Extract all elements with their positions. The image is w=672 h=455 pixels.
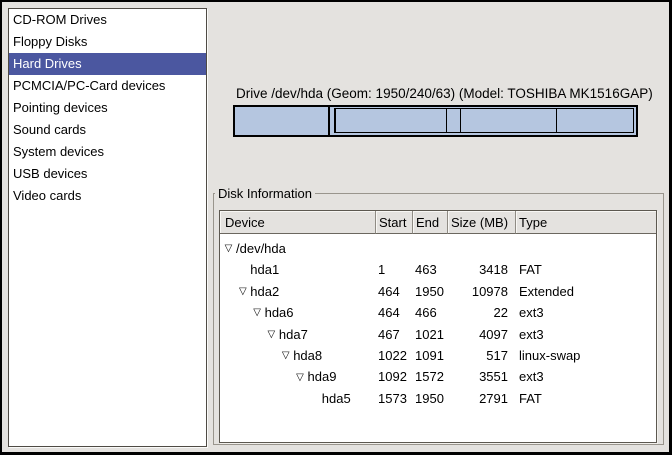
end-cell: 1950 <box>413 388 448 409</box>
end-cell: 463 <box>413 259 448 280</box>
tree-indent <box>222 270 236 271</box>
start-cell: 1022 <box>376 345 413 366</box>
table-row-hda2[interactable]: ▽hda2464195010978Extended <box>220 281 656 302</box>
start-cell: 464 <box>376 281 413 302</box>
partition-segment-hda8 <box>447 109 461 132</box>
start-cell: 1573 <box>376 388 413 409</box>
device-cell: ▽hda8 <box>220 345 376 366</box>
drive-title: Drive /dev/hda (Geom: 1950/240/63) (Mode… <box>236 86 653 101</box>
column-header-size-mb-[interactable]: Size (MB) <box>448 211 516 234</box>
device-label: hda7 <box>279 324 308 345</box>
partition-segment-hda9 <box>461 109 557 132</box>
column-header-type[interactable]: Type <box>516 211 656 234</box>
table-row--dev-hda[interactable]: ▽/dev/hda <box>220 238 656 259</box>
expander-icon[interactable]: ▽ <box>222 238 235 259</box>
disk-information-label: Disk Information <box>215 186 315 201</box>
expander-icon[interactable]: ▽ <box>236 281 249 302</box>
sidebar-item-system-devices[interactable]: System devices <box>9 141 206 163</box>
end-cell: 1950 <box>413 281 448 302</box>
device-cell: ▽hda2 <box>220 281 376 302</box>
device-cell: ▽hda9 <box>220 366 376 387</box>
sidebar-item-floppy-disks[interactable]: Floppy Disks <box>9 31 206 53</box>
type-cell: FAT <box>516 259 656 280</box>
column-header-start[interactable]: Start <box>376 211 413 234</box>
table-row-hda9[interactable]: ▽hda9109215723551ext3 <box>220 366 656 387</box>
expander-icon[interactable]: ▽ <box>251 302 264 323</box>
expander-icon[interactable]: ▽ <box>294 367 307 388</box>
device-cell: ▽hda7 <box>220 324 376 345</box>
type-cell <box>516 238 656 259</box>
device-cell: hda1 <box>220 259 376 280</box>
type-cell: ext3 <box>516 324 656 345</box>
size-cell: 517 <box>448 345 516 366</box>
type-cell: ext3 <box>516 302 656 323</box>
column-header-device[interactable]: Device <box>220 211 376 234</box>
partition-segment-hda2-extended <box>334 108 634 133</box>
device-label: hda6 <box>265 302 294 323</box>
start-cell: 464 <box>376 302 413 323</box>
device-label: hda2 <box>250 281 279 302</box>
device-cell: hda5 <box>220 388 376 409</box>
device-label: hda5 <box>322 388 351 409</box>
device-label: hda8 <box>293 345 322 366</box>
device-cell: ▽hda6 <box>220 302 376 323</box>
type-cell: linux-swap <box>516 345 656 366</box>
sidebar-item-pointing-devices[interactable]: Pointing devices <box>9 97 206 119</box>
size-cell: 3418 <box>448 259 516 280</box>
sidebar-item-usb-devices[interactable]: USB devices <box>9 163 206 185</box>
size-cell: 10978 <box>448 281 516 302</box>
partition-bar <box>233 105 638 137</box>
table-row-hda1[interactable]: hda1 14633418FAT <box>220 259 656 280</box>
tree-indent <box>222 334 265 335</box>
end-cell: 1091 <box>413 345 448 366</box>
sidebar-item-video-cards[interactable]: Video cards <box>9 185 206 207</box>
sidebar-item-cd-rom-drives[interactable]: CD-ROM Drives <box>9 9 206 31</box>
device-category-list: CD-ROM DrivesFloppy DisksHard DrivesPCMC… <box>8 8 207 447</box>
sidebar-item-hard-drives[interactable]: Hard Drives <box>9 53 206 75</box>
device-cell: ▽/dev/hda <box>220 238 376 259</box>
table-row-hda7[interactable]: ▽hda746710214097ext3 <box>220 324 656 345</box>
disk-table: DeviceStartEndSize (MB)Type ▽/dev/hdahda… <box>219 210 657 443</box>
expander-icon[interactable]: ▽ <box>279 345 292 366</box>
partition-segment-hda7 <box>336 109 447 132</box>
window-content: CD-ROM DrivesFloppy DisksHard DrivesPCMC… <box>2 2 669 452</box>
partition-segment-hda5 <box>557 109 633 132</box>
hardware-browser-window: CD-ROM DrivesFloppy DisksHard DrivesPCMC… <box>0 0 672 455</box>
partition-segment-hda1 <box>235 107 330 135</box>
size-cell: 2791 <box>448 388 516 409</box>
start-cell: 1 <box>376 259 413 280</box>
start-cell: 1092 <box>376 366 413 387</box>
tree-indent <box>222 291 236 292</box>
start-cell <box>376 238 413 259</box>
tree-indent <box>222 312 251 313</box>
end-cell: 466 <box>413 302 448 323</box>
size-cell: 22 <box>448 302 516 323</box>
table-row-hda8[interactable]: ▽hda810221091517linux-swap <box>220 345 656 366</box>
type-cell: Extended <box>516 281 656 302</box>
tree-indent <box>222 355 279 356</box>
device-label: hda9 <box>308 366 337 387</box>
type-cell: ext3 <box>516 366 656 387</box>
size-cell <box>448 238 516 259</box>
type-cell: FAT <box>516 388 656 409</box>
expander-icon[interactable]: ▽ <box>265 324 278 345</box>
size-cell: 4097 <box>448 324 516 345</box>
column-header-end[interactable]: End <box>413 211 448 234</box>
sidebar-item-pcmcia-pc-card-devices[interactable]: PCMCIA/PC-Card devices <box>9 75 206 97</box>
device-label: hda1 <box>250 259 279 280</box>
table-row-hda5[interactable]: hda5 157319502791FAT <box>220 388 656 409</box>
end-cell: 1021 <box>413 324 448 345</box>
disk-table-body: ▽/dev/hdahda114633418FAT▽hda246419501097… <box>220 234 656 409</box>
size-cell: 3551 <box>448 366 516 387</box>
start-cell: 467 <box>376 324 413 345</box>
tree-indent <box>222 398 308 399</box>
device-label: /dev/hda <box>236 238 286 259</box>
table-row-hda6[interactable]: ▽hda646446622ext3 <box>220 302 656 323</box>
sidebar-item-sound-cards[interactable]: Sound cards <box>9 119 206 141</box>
tree-indent <box>222 377 294 378</box>
end-cell: 1572 <box>413 366 448 387</box>
end-cell <box>413 238 448 259</box>
disk-table-header: DeviceStartEndSize (MB)Type <box>220 211 656 234</box>
